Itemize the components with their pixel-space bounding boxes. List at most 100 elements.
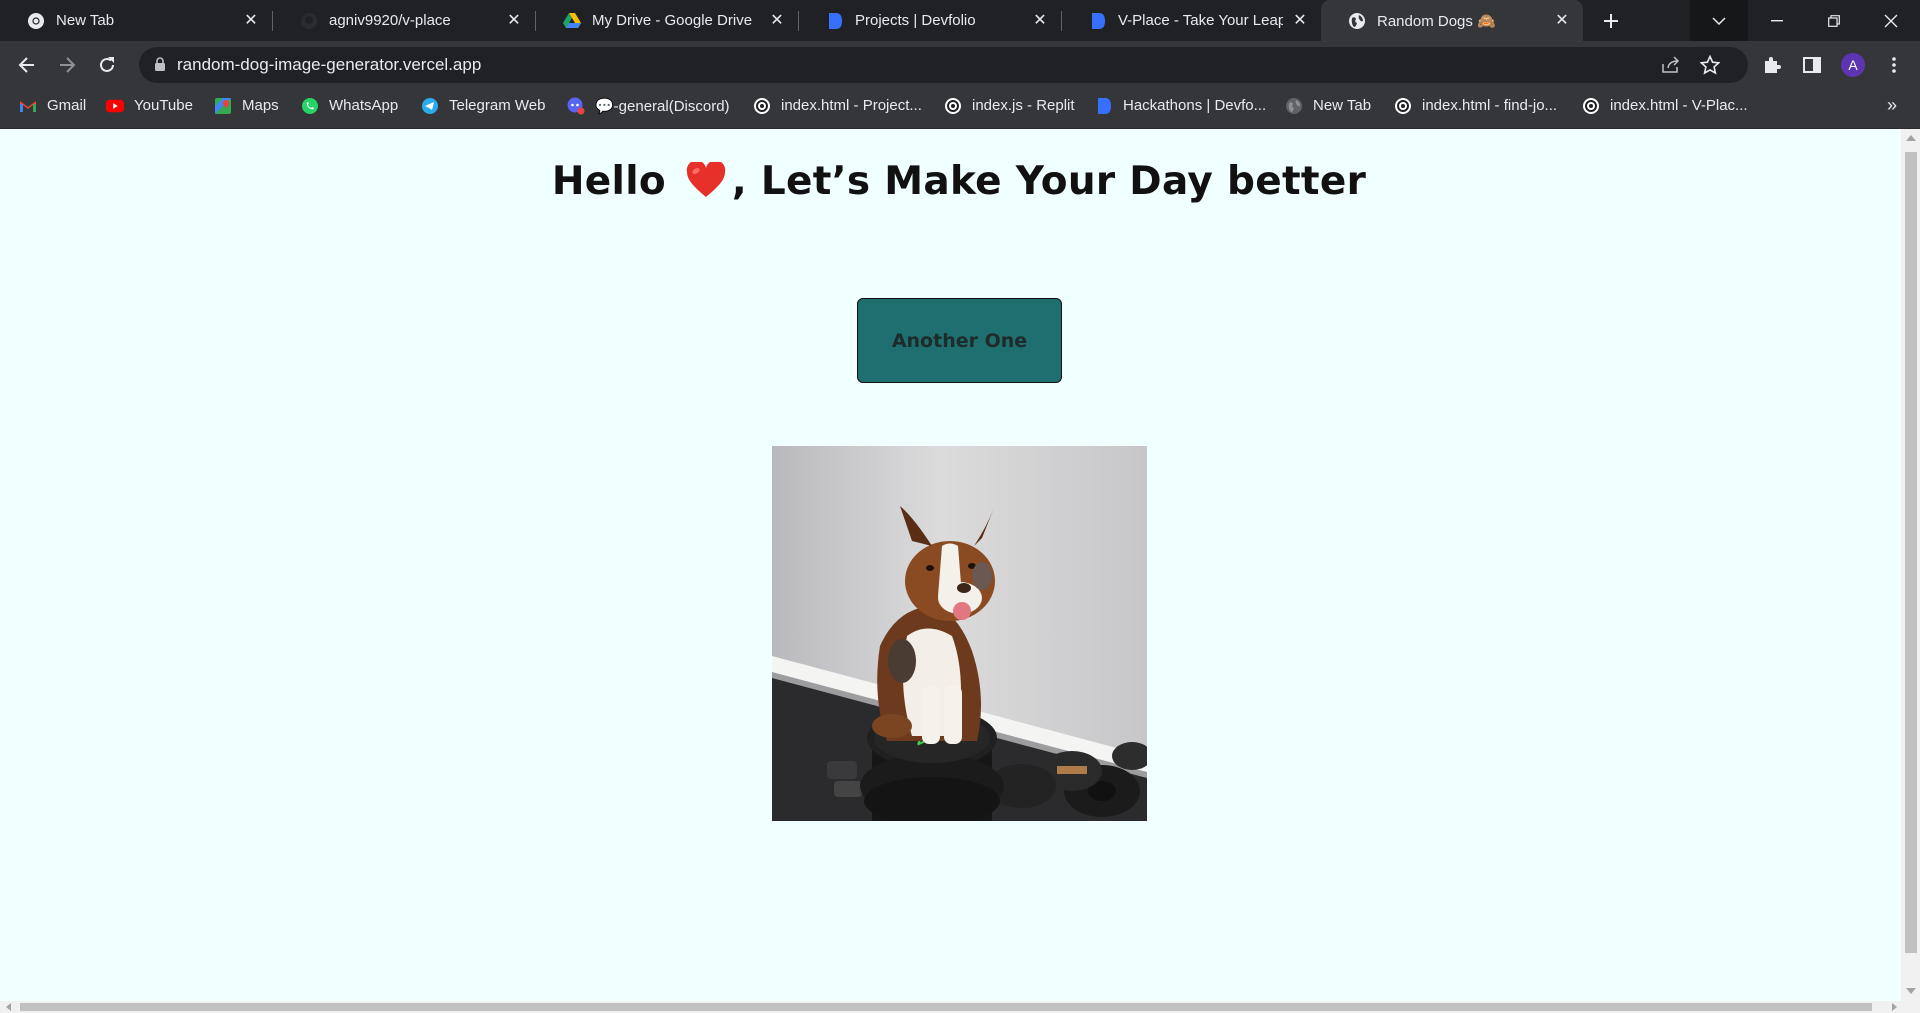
scroll-down-arrow-icon[interactable]	[1906, 988, 1916, 994]
devfolio-icon	[826, 12, 844, 30]
replit-icon	[1582, 97, 1600, 115]
chevron-down-icon	[1712, 16, 1726, 25]
close-icon[interactable]: ✕	[768, 12, 786, 30]
bookmark-label: New Tab	[1313, 97, 1372, 114]
gmail-icon	[19, 97, 37, 115]
bookmark-new-tab[interactable]: New Tab	[1285, 89, 1371, 122]
lock-icon[interactable]	[154, 57, 166, 77]
close-icon[interactable]: ✕	[1031, 12, 1049, 30]
close-icon[interactable]: ✕	[1291, 12, 1309, 30]
close-icon[interactable]: ✕	[505, 12, 523, 30]
tab-search-button[interactable]	[1690, 0, 1748, 41]
another-one-button[interactable]: Another One	[857, 298, 1062, 383]
forward-button[interactable]	[51, 49, 83, 81]
bookmark-label: YouTube	[134, 97, 193, 114]
globe-icon	[1285, 97, 1303, 115]
arrow-left-icon	[18, 57, 34, 73]
scroll-right-arrow-icon[interactable]	[1892, 1003, 1897, 1011]
replit-icon	[753, 97, 771, 115]
bookmark-maps[interactable]: Maps	[214, 89, 279, 122]
bookmark-label: Hackathons | Devfo...	[1123, 97, 1267, 114]
bookmarks-bar: Gmail YouTube Maps WhatsApp Telegram Web…	[0, 89, 1920, 129]
close-icon	[1884, 14, 1898, 27]
tab-v-place[interactable]: V-Place - Take Your Leap | D ✕	[1062, 0, 1321, 41]
bookmark-label: Telegram Web	[449, 97, 546, 114]
heart-icon	[686, 160, 726, 208]
chrome-icon	[27, 12, 45, 30]
headline-message: , Let’s Make Your Day better	[731, 159, 1367, 204]
bookmarks-overflow-button[interactable]: »	[1880, 93, 1904, 117]
devfolio-icon	[1095, 97, 1113, 115]
horizontal-scrollbar[interactable]	[0, 1001, 1920, 1013]
bookmark-gmail[interactable]: Gmail	[19, 89, 86, 122]
close-icon[interactable]: ✕	[242, 12, 260, 30]
back-button[interactable]	[11, 49, 43, 81]
kebab-menu-icon[interactable]	[1882, 53, 1906, 77]
address-bar[interactable]: random-dog-image-generator.vercel.app	[139, 47, 1748, 83]
bookmark-label: Gmail	[47, 97, 87, 114]
side-panel-icon[interactable]	[1800, 53, 1824, 77]
bookmark-replit-v-place[interactable]: index.html - V-Plac...	[1582, 89, 1748, 122]
bookmark-label: WhatsApp	[329, 97, 399, 114]
scroll-left-arrow-icon[interactable]	[6, 1003, 11, 1011]
new-tab-button[interactable]	[1596, 6, 1626, 36]
bookmark-star-icon[interactable]	[1699, 54, 1721, 76]
reload-button[interactable]	[91, 49, 123, 81]
tab-title: V-Place - Take Your Leap | D	[1118, 12, 1283, 29]
vertical-scrollbar[interactable]	[1901, 129, 1920, 1001]
bookmark-whatsapp[interactable]: WhatsApp	[301, 89, 398, 122]
telegram-icon	[421, 97, 439, 115]
bookmark-replit-project[interactable]: index.html - Project...	[753, 89, 922, 122]
globe-icon	[1348, 12, 1366, 30]
tab-google-drive[interactable]: My Drive - Google Drive ✕	[536, 0, 798, 41]
bookmark-youtube[interactable]: YouTube	[106, 89, 193, 122]
bookmark-label: index.js - Replit	[972, 97, 1075, 114]
devfolio-icon	[1089, 12, 1107, 30]
whatsapp-icon	[301, 97, 319, 115]
vertical-scroll-thumb[interactable]	[1905, 152, 1917, 953]
tab-devfolio-projects[interactable]: Projects | Devfolio ✕	[799, 0, 1061, 41]
bookmark-replit-find-jobs[interactable]: index.html - find-jo...	[1394, 89, 1557, 122]
tab-title: My Drive - Google Drive	[592, 12, 753, 29]
bookmark-discord-general[interactable]: 💬-general(Discord)	[567, 89, 730, 122]
discord-icon	[567, 97, 585, 115]
bookmark-label: index.html - Project...	[781, 97, 922, 114]
browser-toolbar: random-dog-image-generator.vercel.app A	[0, 41, 1920, 89]
dog-photo: 25	[772, 446, 1147, 821]
google-drive-icon	[563, 12, 581, 30]
tab-strip: New Tab ✕ agniv9920/v-place ✕ My Drive -…	[0, 0, 1920, 41]
bookmark-label: index.html - find-jo...	[1422, 97, 1558, 114]
bookmark-label: 💬-general(Discord)	[595, 97, 730, 115]
close-window-button[interactable]	[1862, 0, 1920, 41]
minimize-icon	[1771, 19, 1783, 21]
tab-title: Random Dogs 🙈	[1377, 12, 1496, 30]
tab-new-tab[interactable]: New Tab ✕	[0, 0, 272, 41]
arrow-right-icon	[60, 57, 76, 73]
reload-icon	[100, 57, 114, 72]
github-icon	[300, 12, 318, 30]
minimize-button[interactable]	[1748, 0, 1806, 41]
plus-icon	[1604, 14, 1618, 28]
tab-random-dogs[interactable]: Random Dogs 🙈 ✕	[1321, 0, 1583, 41]
profile-avatar[interactable]: A	[1841, 53, 1865, 77]
tab-github[interactable]: agniv9920/v-place ✕	[273, 0, 535, 41]
bookmark-replit-index-js[interactable]: index.js - Replit	[944, 89, 1075, 122]
page-viewport: Hello , Let’s Make Your Day better Anoth…	[0, 129, 1901, 1001]
scroll-up-arrow-icon[interactable]	[1906, 135, 1916, 141]
page-headline: Hello , Let’s Make Your Day better	[0, 159, 1901, 208]
close-icon[interactable]: ✕	[1553, 12, 1571, 30]
restore-icon	[1828, 14, 1840, 27]
bookmark-hackathons-devfolio[interactable]: Hackathons | Devfo...	[1095, 89, 1266, 122]
tab-title: agniv9920/v-place	[329, 12, 451, 29]
replit-icon	[944, 97, 962, 115]
tab-title: Projects | Devfolio	[855, 12, 976, 29]
maps-icon	[214, 97, 232, 115]
tab-title: New Tab	[56, 12, 115, 29]
restore-button[interactable]	[1805, 0, 1863, 41]
youtube-icon	[106, 97, 124, 115]
share-icon[interactable]	[1660, 54, 1682, 76]
extensions-icon[interactable]	[1760, 53, 1784, 77]
url-text[interactable]: random-dog-image-generator.vercel.app	[177, 47, 481, 83]
bookmark-telegram[interactable]: Telegram Web	[421, 89, 545, 122]
horizontal-scroll-thumb[interactable]	[20, 1003, 1872, 1011]
